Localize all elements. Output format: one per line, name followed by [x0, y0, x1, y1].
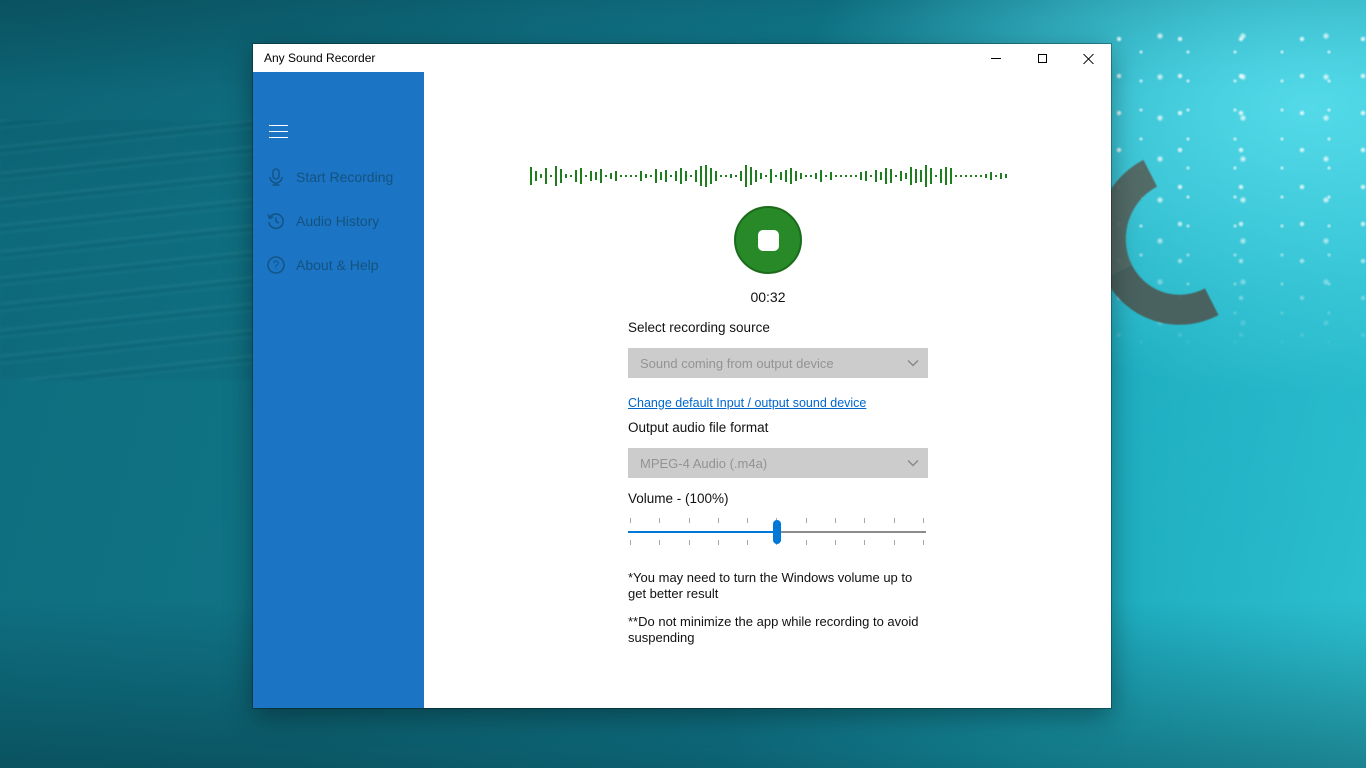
close-button[interactable] — [1065, 44, 1111, 72]
output-format-value: MPEG-4 Audio (.m4a) — [628, 456, 898, 471]
sidebar-nav: Start Recording Audio History ? About & … — [253, 155, 424, 287]
help-icon: ? — [266, 255, 286, 275]
maximize-button[interactable] — [1019, 44, 1065, 72]
minimize-button[interactable] — [973, 44, 1019, 72]
sidebar-item-label: About & Help — [296, 257, 379, 273]
chevron-down-icon — [898, 359, 928, 367]
svg-text:?: ? — [273, 258, 280, 272]
recording-source-dropdown[interactable]: Sound coming from output device — [628, 348, 928, 378]
sidebar-item-about-help[interactable]: ? About & Help — [253, 243, 424, 287]
recorder-panel: 00:32 Select recording source Sound comi… — [424, 72, 1111, 708]
volume-slider-thumb[interactable] — [773, 520, 781, 544]
slider-track-fill — [628, 531, 777, 533]
note-minimize: **Do not minimize the app while recordin… — [628, 614, 930, 646]
sidebar-item-label: Start Recording — [296, 169, 393, 185]
stop-icon — [758, 230, 779, 251]
volume-slider[interactable] — [628, 518, 926, 546]
recording-timer: 00:32 — [424, 289, 1112, 305]
close-icon — [1083, 53, 1094, 64]
titlebar[interactable]: Any Sound Recorder — [253, 44, 1111, 72]
output-format-label: Output audio file format — [628, 420, 768, 435]
note-volume: *You may need to turn the Windows volume… — [628, 570, 930, 602]
audio-waveform — [530, 163, 1010, 189]
output-format-dropdown[interactable]: MPEG-4 Audio (.m4a) — [628, 448, 928, 478]
maximize-icon — [1038, 54, 1047, 63]
sidebar-item-start-recording[interactable]: Start Recording — [253, 155, 424, 199]
window-controls — [973, 44, 1111, 72]
change-device-link[interactable]: Change default Input / output sound devi… — [628, 396, 866, 410]
window-title: Any Sound Recorder — [253, 51, 973, 65]
volume-label: Volume - (100%) — [628, 491, 729, 506]
recording-source-value: Sound coming from output device — [628, 356, 898, 371]
sidebar-item-label: Audio History — [296, 213, 379, 229]
history-icon — [266, 211, 286, 231]
sidebar: Start Recording Audio History ? About & … — [253, 72, 424, 708]
minimize-icon — [991, 58, 1001, 59]
recording-source-label: Select recording source — [628, 320, 770, 335]
hamburger-icon — [269, 125, 288, 127]
stop-recording-button[interactable] — [734, 206, 802, 274]
window-content: Start Recording Audio History ? About & … — [253, 72, 1111, 708]
app-window: Any Sound Recorder Start Recording — [253, 44, 1111, 708]
hamburger-menu-button[interactable] — [264, 115, 294, 141]
sidebar-item-audio-history[interactable]: Audio History — [253, 199, 424, 243]
microphone-icon — [266, 167, 286, 187]
chevron-down-icon — [898, 459, 928, 467]
desktop-wallpaper: Any Sound Recorder Start Recording — [0, 0, 1366, 768]
